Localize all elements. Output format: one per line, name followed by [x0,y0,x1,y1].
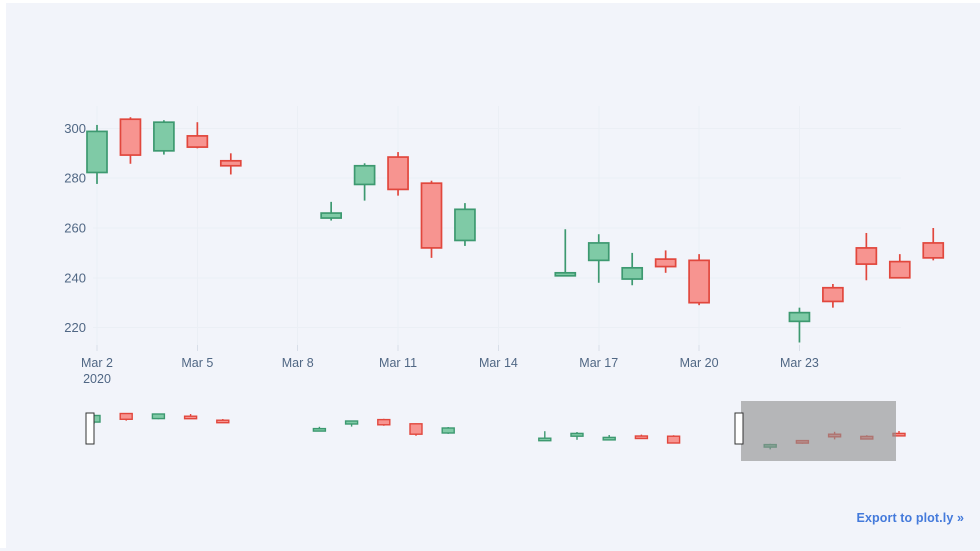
candle-body[interactable] [855,247,878,265]
candle-body[interactable] [688,259,710,304]
plotly-figure: 220 240 260 280 300 Mar 2 2020 Mar 5 Mar 8 Mar 11… [0,0,980,548]
rangeslider-candlestick [344,420,359,427]
rangeslider-candle-body [666,435,681,444]
rangeslider-candlestick [602,435,616,441]
candlestick[interactable] [621,252,644,286]
candlestick[interactable] [454,203,476,246]
candlestick[interactable] [654,250,677,273]
rangeslider-candlestick [377,418,391,426]
y-axis-tick-label: 260 [64,221,86,236]
candlestick[interactable] [186,122,209,149]
candle-body[interactable] [922,242,945,259]
rangeslider-candle-body [409,423,423,435]
candle-body[interactable] [420,182,443,249]
candlestick[interactable] [922,228,945,261]
rangeslider-candle-body [312,427,327,432]
rangeslider-candlestick [570,432,584,440]
candle-body[interactable] [353,164,376,186]
x-axis-year-label: 2020 [83,372,111,386]
rangeslider-candlestick [409,423,423,436]
candle-body[interactable] [788,311,811,323]
rangeslider-handle-left[interactable] [85,412,95,445]
rangeslider-candle-body [441,427,455,434]
y-axis-tick-label: 300 [64,121,86,136]
candlestick[interactable] [153,120,175,155]
rangeslider-candle-body [602,436,616,441]
rangeslider-candle-body [344,420,359,425]
rangeslider-candlestick [183,414,198,420]
candlestick[interactable] [219,153,242,175]
candlestick[interactable] [119,117,142,164]
rangeslider-candle-body [183,415,198,420]
candle-body[interactable] [86,130,108,174]
rangeslider-candle-body [634,435,649,440]
rangeslider-candlestick [634,434,649,440]
candlestick[interactable] [688,254,710,306]
rangeslider-mask-right[interactable] [741,401,896,461]
candle-body[interactable] [888,260,911,279]
candlestick[interactable] [788,307,811,343]
candle-body[interactable] [186,135,209,148]
candlestick[interactable] [320,201,342,221]
rangeslider-candle-body [216,419,230,424]
export-to-plotly-link[interactable]: Export to plot.ly » [857,511,964,525]
rangeslider-candle-body [538,437,552,442]
candle-body[interactable] [587,242,610,262]
rangeslider-candlestick [666,435,681,444]
x-axis-tick-label: Mar 17 [579,356,618,370]
y-axis-tick-label: 220 [64,320,86,335]
candle-body[interactable] [654,258,677,268]
candlestick-chart[interactable]: 220 240 260 280 300 Mar 2 2020 Mar 5 Mar 8 Mar 11… [6,3,980,551]
x-axis-tick-label: Mar 2 [81,356,113,370]
candlestick[interactable] [822,284,844,308]
candle-body[interactable] [219,159,242,167]
candlestick[interactable] [554,229,577,277]
candle-body[interactable] [119,118,142,156]
candle-body[interactable] [554,271,577,277]
x-axis-tick-label: Mar 23 [780,356,819,370]
candle-body[interactable] [320,212,342,219]
candlestick[interactable] [587,234,610,283]
candle-body[interactable] [387,156,409,191]
x-axis-tick-label: Mar 5 [181,356,213,370]
y-axis-tick-label: 240 [64,270,86,285]
rangeslider-candle-body [119,412,133,420]
candlestick[interactable] [387,152,409,196]
rangeslider-candlestick [216,419,230,424]
x-axis-tick-label: Mar 20 [680,356,719,370]
x-axis-tick-label: Mar 14 [479,356,518,370]
rangeslider-handle-right[interactable] [734,412,744,445]
rangeslider-candlestick [538,431,552,442]
rangeslider-candlestick [151,413,166,420]
candle-body[interactable] [822,286,844,303]
rangeslider-candlestick [441,427,455,434]
candlestick[interactable] [855,232,878,281]
rangeslider-candle-body [377,418,391,426]
rangeslider-candlestick [119,412,133,421]
rangeslider-candle-body [570,432,584,437]
rangeslider-candlestick [312,426,327,432]
candlestick[interactable] [888,254,911,279]
candlestick[interactable] [353,163,376,201]
candle-body[interactable] [153,121,175,152]
candle-body[interactable] [621,266,644,280]
y-axis-tick-label: 280 [64,171,86,186]
rangeslider-candle-body [151,413,166,420]
x-axis-tick-label: Mar 11 [379,356,417,370]
x-axis-tick-label: Mar 8 [282,356,314,370]
candlestick[interactable] [420,180,443,258]
candlestick[interactable] [86,124,108,184]
candle-body[interactable] [454,208,476,242]
